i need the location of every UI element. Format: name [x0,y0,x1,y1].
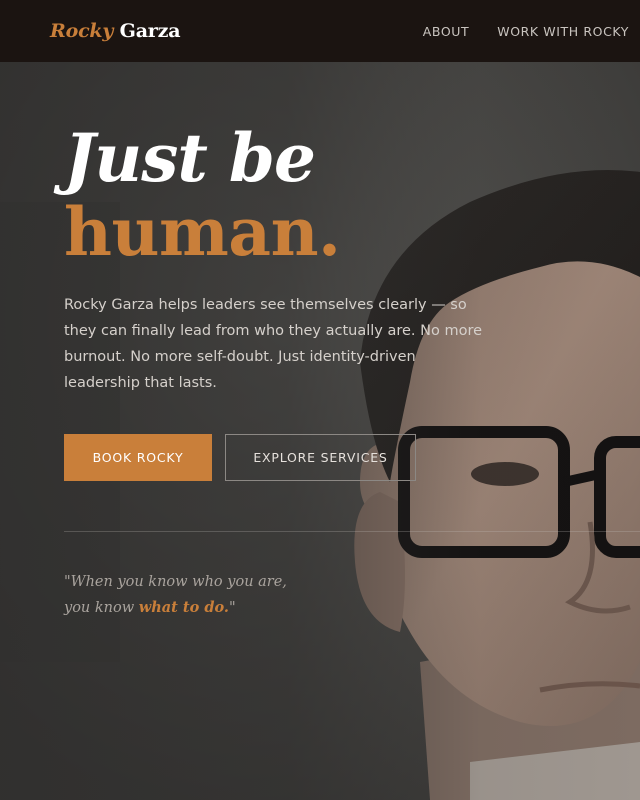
headline-line-2: human. [64,193,341,271]
hero-headline: Just be human. [64,122,341,268]
quote-line-1: "When you know who you are, [64,574,287,590]
hero-quote: "When you know who you are, you know wha… [64,569,287,621]
logo-first-name: Rocky [50,20,114,42]
nav-link-work-with-rocky[interactable]: WORK WITH ROCKY [497,24,629,39]
hero-intro-text: Rocky Garza helps leaders see themselves… [64,297,483,391]
hero-divider [64,531,640,532]
quote-accent: what to do. [138,599,229,616]
quote-line-2-prefix: you know [64,600,139,616]
site-logo[interactable]: Rocky Garza [50,20,181,42]
main-nav: ABOUT WORK WITH ROCKY [423,0,629,62]
explore-services-button[interactable]: EXPLORE SERVICES [225,434,416,481]
site-header: Rocky Garza ABOUT WORK WITH ROCKY [0,0,640,62]
logo-last-name: Garza [119,20,181,42]
quote-line-2-suffix: " [228,600,236,616]
nav-link-about[interactable]: ABOUT [423,24,470,39]
headline-line-1: Just be [64,119,316,197]
book-rocky-button[interactable]: BOOK ROCKY [64,434,212,481]
